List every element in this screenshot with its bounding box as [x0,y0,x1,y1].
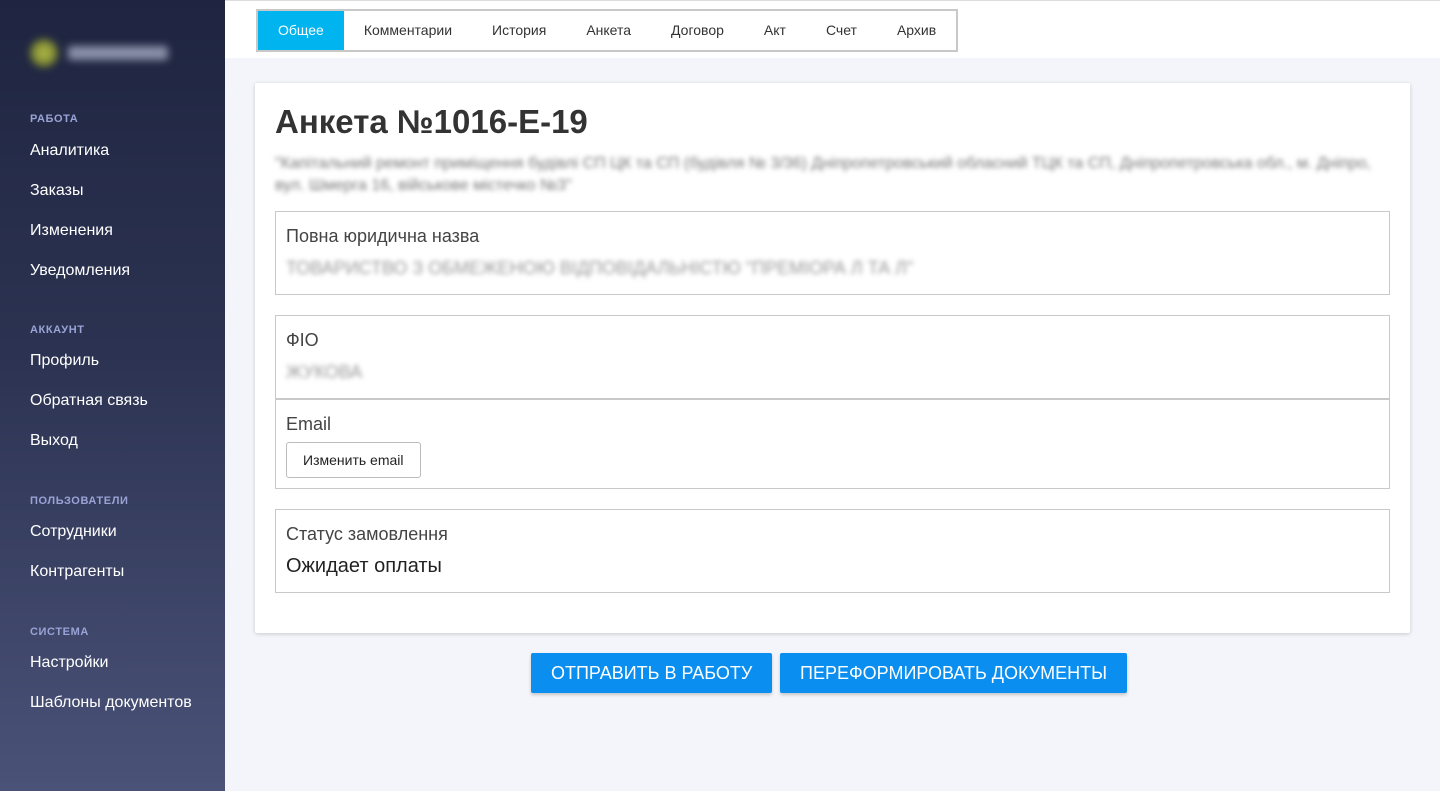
tab-history[interactable]: История [472,11,566,50]
regenerate-documents-button[interactable]: Переформировать документы [780,653,1128,693]
legal-name-value: ТОВАРИСТВО З ОБМЕЖЕНОЮ ВІДПОВІДАЛЬНІСТЮ … [286,258,914,278]
sidebar-item-profile[interactable]: Профиль [30,341,148,381]
tab-archive[interactable]: Архив [877,11,956,50]
nav-section-work: РАБОТА Аналитика Заказы Изменения Уведом… [30,111,130,291]
tab-bar: Общее Комментарии История Анкета Договор… [256,9,959,52]
sidebar-item-logout[interactable]: Выход [30,421,148,461]
sidebar-item-employees[interactable]: Сотрудники [30,512,129,552]
send-to-work-button[interactable]: Отправить в работу [531,653,773,693]
tab-contract[interactable]: Договор [651,11,744,50]
tab-comments[interactable]: Комментарии [344,11,472,50]
change-email-button[interactable]: Изменить email [286,442,421,478]
questionnaire-card: Анкета №1016-Е-19 "Капітальний ремонт пр… [255,83,1410,633]
legal-name-field: Повна юридична назва ТОВАРИСТВО З ОБМЕЖЕ… [275,211,1390,295]
legal-name-label: Повна юридична назва [286,226,480,246]
tab-questionnaire[interactable]: Анкета [566,11,651,50]
status-field: Статус замовлення Ожидает оплаты [275,509,1390,593]
status-label: Статус замовлення [286,524,448,544]
fio-field: ФІО ЖУКОВА [275,315,1390,399]
sidebar-item-notifications[interactable]: Уведомления [30,251,130,291]
nav-section-account: АККАУНТ Профиль Обратная связь Выход [30,322,148,461]
logo-text [68,46,168,60]
email-label: Email [286,414,332,434]
logo[interactable] [30,36,180,70]
tab-invoice[interactable]: Счет [806,11,877,50]
fio-label: ФІО [286,330,319,350]
email-field: Email Изменить email [275,399,1390,489]
sidebar-item-analytics[interactable]: Аналитика [30,131,130,171]
sidebar-item-counterparties[interactable]: Контрагенты [30,552,129,592]
nav-section-system: СИСТЕМА Настройки Шаблоны документов [30,624,192,723]
top-bar: Общее Комментарии История Анкета Договор… [225,0,1440,58]
tab-act[interactable]: Акт [744,11,806,50]
nav-section-users: ПОЛЬЗОВАТЕЛИ Сотрудники Контрагенты [30,493,129,592]
sidebar-item-document-templates[interactable]: Шаблоны документов [30,683,192,723]
project-description: "Капітальний ремонт приміщення будівлі С… [275,155,1371,194]
sidebar-item-settings[interactable]: Настройки [30,643,192,683]
sidebar-item-feedback[interactable]: Обратная связь [30,381,148,421]
nav-heading-users: ПОЛЬЗОВАТЕЛИ [30,495,129,507]
page-title: Анкета №1016-Е-19 [275,103,588,140]
nav-heading-system: СИСТЕМА [30,626,89,638]
sidebar: РАБОТА Аналитика Заказы Изменения Уведом… [0,0,225,791]
nav-heading-account: АККАУНТ [30,324,85,336]
nav-heading-work: РАБОТА [30,113,79,125]
sidebar-item-changes[interactable]: Изменения [30,211,130,251]
logo-icon [30,39,58,67]
fio-value: ЖУКОВА [286,362,363,382]
sidebar-item-orders[interactable]: Заказы [30,171,130,211]
status-value: Ожидает оплаты [286,555,442,577]
tab-general[interactable]: Общее [258,11,344,50]
